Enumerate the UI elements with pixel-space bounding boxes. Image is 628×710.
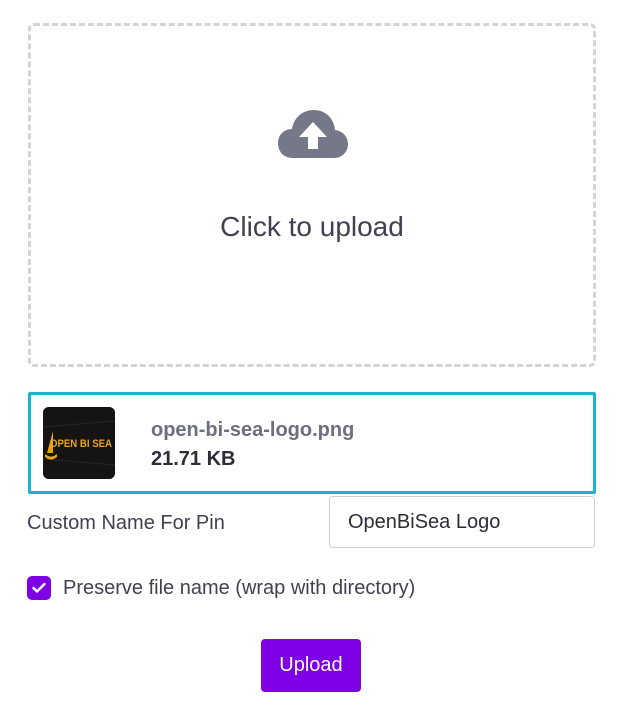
upload-prompt: Click to upload — [220, 211, 404, 242]
pin-name-label: Custom Name For Pin — [27, 512, 225, 534]
preserve-filename-label[interactable]: Preserve file name (wrap with directory) — [63, 577, 415, 600]
upload-dropzone[interactable]: Click to upload — [28, 23, 596, 367]
preserve-filename-checkbox[interactable] — [27, 576, 51, 600]
check-icon — [32, 582, 46, 593]
file-size: 21.71 KB — [151, 448, 236, 470]
pin-name-input[interactable] — [329, 496, 595, 548]
openbisea-logo-thumbnail: OPEN BI SEA — [43, 407, 115, 479]
upload-button[interactable]: Upload — [261, 639, 361, 692]
file-name: open-bi-sea-logo.png — [151, 419, 355, 441]
thumbnail-logo-text: OPEN BI SEA — [50, 438, 112, 450]
cloud-upload-icon — [278, 110, 348, 158]
selected-file-card[interactable]: OPEN BI SEA open-bi-sea-logo.png 21.71 K… — [28, 392, 596, 494]
